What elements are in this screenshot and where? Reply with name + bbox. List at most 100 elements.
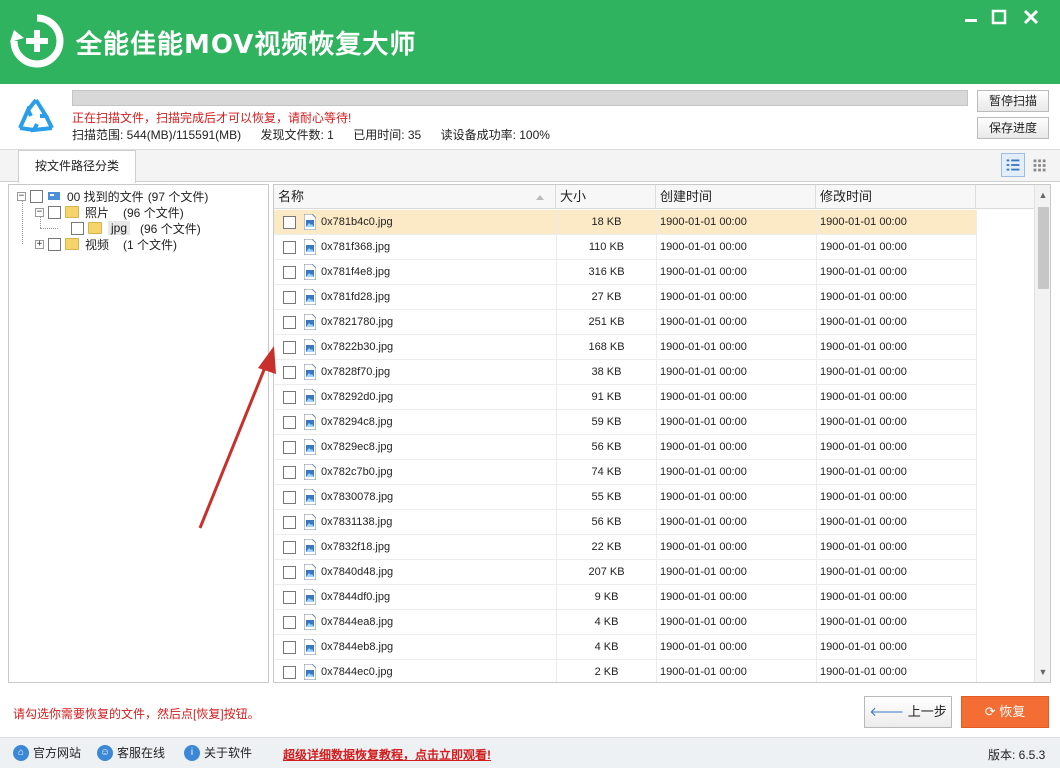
row-filler — [976, 385, 1034, 410]
row-filler — [976, 260, 1034, 285]
table-row[interactable]: 0x7822b30.jpg 168 KB 1900-01-01 00:00 1900-… — [274, 335, 977, 360]
file-list: 名称 大小 创建时间 修改时间 0x781b4c0.jpg 18 KB 1900-0… — [273, 184, 1051, 683]
row-checkbox[interactable] — [283, 516, 296, 529]
row-filler — [976, 560, 1034, 585]
file-name: 0x7832f18.jpg — [321, 541, 391, 553]
table-row[interactable]: 0x7830078.jpg 55 KB 1900-01-01 00:00 1900-0… — [274, 485, 977, 510]
file-name: 0x7822b30.jpg — [321, 341, 394, 353]
tree-checkbox[interactable] — [48, 237, 61, 251]
row-filler — [976, 235, 1034, 260]
official-website-link[interactable]: ⌂ 官方网站 — [13, 744, 81, 761]
tree-node-root[interactable]: − 00 找到的文件 (97 个文件) — [17, 188, 208, 204]
file-mtime: 1900-01-01 00:00 — [816, 560, 976, 585]
file-mtime: 1900-01-01 00:00 — [816, 635, 976, 660]
about-label: 关于软件 — [204, 746, 253, 760]
row-filler — [976, 510, 1034, 535]
recover-button[interactable]: ⟳ 恢复 — [961, 696, 1049, 728]
tree-node-video[interactable]: + 视频 (1 个文件) — [35, 236, 177, 252]
file-name: 0x78294c8.jpg — [321, 416, 393, 428]
scroll-up-icon[interactable]: ▲ — [1038, 190, 1048, 200]
tree-checkbox[interactable] — [30, 189, 43, 203]
scroll-thumb[interactable] — [1038, 207, 1049, 289]
row-checkbox[interactable] — [283, 316, 296, 329]
pause-scan-button[interactable]: 暂停扫描 — [977, 90, 1049, 112]
table-row[interactable]: 0x7829ec8.jpg 56 KB 1900-01-01 00:00 1900-0… — [274, 435, 977, 460]
row-checkbox[interactable] — [283, 241, 296, 254]
file-mtime: 1900-01-01 00:00 — [816, 360, 976, 385]
prev-step-button[interactable]: 🡐 上一步 — [864, 696, 952, 728]
table-row[interactable]: 0x7828f70.jpg 38 KB 1900-01-01 00:00 1900-0… — [274, 360, 977, 385]
image-file-icon — [304, 264, 316, 280]
table-row[interactable]: 0x7831138.jpg 56 KB 1900-01-01 00:00 1900-0… — [274, 510, 977, 535]
folder-tree: − 00 找到的文件 (97 个文件) − 照片 (96 个文件) jpg (9… — [8, 184, 269, 683]
table-row[interactable]: 0x781f4e8.jpg 316 KB 1900-01-01 00:00 1900-… — [274, 260, 977, 285]
table-row[interactable]: 0x7832f18.jpg 22 KB 1900-01-01 00:00 1900-0… — [274, 535, 977, 560]
save-progress-button[interactable]: 保存进度 — [977, 117, 1049, 139]
recover-hint: 请勾选你需要恢复的文件，然后点[恢复]按钮。 — [13, 707, 260, 721]
row-checkbox[interactable] — [283, 491, 296, 504]
online-support-link[interactable]: ☺ 客服在线 — [97, 744, 165, 761]
row-checkbox[interactable] — [283, 591, 296, 604]
row-checkbox[interactable] — [283, 441, 296, 454]
table-row[interactable]: 0x78292d0.jpg 91 KB 1900-01-01 00:00 1900-0… — [274, 385, 977, 410]
tree-checkbox[interactable] — [71, 221, 84, 235]
table-row[interactable]: 0x7840d48.jpg 207 KB 1900-01-01 00:00 1900-… — [274, 560, 977, 585]
list-view-icon[interactable] — [1001, 153, 1025, 177]
scan-stats: 扫描范围: 544(MB)/115591(MB) 发现文件数: 1 已用时间: … — [72, 126, 566, 143]
row-checkbox[interactable] — [283, 366, 296, 379]
file-mtime: 1900-01-01 00:00 — [816, 235, 976, 260]
row-checkbox[interactable] — [283, 416, 296, 429]
column-header-ctime[interactable]: 创建时间 — [656, 185, 816, 209]
maximize-icon[interactable] — [988, 6, 1010, 28]
table-row[interactable]: 0x7844eb8.jpg 4 KB 1900-01-01 00:00 1900-01… — [274, 635, 977, 660]
scan-range: 扫描范围: 544(MB)/115591(MB) — [72, 128, 242, 142]
scroll-down-icon[interactable]: ▼ — [1038, 667, 1048, 677]
table-row[interactable]: 0x7844ea8.jpg 4 KB 1900-01-01 00:00 1900-01… — [274, 610, 977, 635]
file-name: 0x781f368.jpg — [321, 241, 391, 253]
vertical-scrollbar[interactable]: ▲ ▼ — [1034, 185, 1050, 682]
row-checkbox[interactable] — [283, 341, 296, 354]
folder-icon — [88, 222, 102, 234]
row-checkbox[interactable] — [283, 391, 296, 404]
info-icon: i — [184, 744, 200, 761]
minimize-icon[interactable] — [960, 6, 982, 28]
table-row[interactable]: 0x782c7b0.jpg 74 KB 1900-01-01 00:00 1900-0… — [274, 460, 977, 485]
about-link[interactable]: i 关于软件 — [184, 744, 252, 761]
column-header-mtime[interactable]: 修改时间 — [816, 185, 976, 209]
table-row[interactable]: 0x781b4c0.jpg 18 KB 1900-01-01 00:00 1900-0… — [274, 210, 977, 235]
tree-checkbox[interactable] — [48, 205, 61, 219]
image-file-icon — [304, 589, 316, 605]
table-row[interactable]: 0x7844df0.jpg 9 KB 1900-01-01 00:00 1900-01… — [274, 585, 977, 610]
table-row[interactable]: 0x7821780.jpg 251 KB 1900-01-01 00:00 1900-… — [274, 310, 977, 335]
file-size: 316 KB — [556, 260, 656, 285]
table-row[interactable]: 0x781f368.jpg 110 KB 1900-01-01 00:00 1900-… — [274, 235, 977, 260]
row-checkbox[interactable] — [283, 466, 296, 479]
collapse-icon[interactable]: − — [17, 191, 26, 201]
row-checkbox[interactable] — [283, 666, 296, 679]
table-row[interactable]: 0x78294c8.jpg 59 KB 1900-01-01 00:00 1900-0… — [274, 410, 977, 435]
row-checkbox[interactable] — [283, 641, 296, 654]
row-checkbox[interactable] — [283, 291, 296, 304]
tutorial-link[interactable]: 超级详细数据恢复教程，点击立即观看! — [283, 746, 491, 763]
grid-view-icon[interactable] — [1028, 153, 1052, 177]
table-row[interactable]: 0x781fd28.jpg 27 KB 1900-01-01 00:00 1900-0… — [274, 285, 977, 310]
file-name: 0x7829ec8.jpg — [321, 441, 393, 453]
image-file-icon — [304, 489, 316, 505]
collapse-icon[interactable]: − — [35, 207, 44, 217]
row-checkbox[interactable] — [283, 616, 296, 629]
file-mtime: 1900-01-01 00:00 — [816, 435, 976, 460]
tab-by-path[interactable]: 按文件路径分类 — [18, 150, 136, 183]
row-checkbox[interactable] — [283, 216, 296, 229]
column-header-size[interactable]: 大小 — [556, 185, 656, 209]
column-header-name[interactable]: 名称 — [274, 185, 556, 209]
row-checkbox[interactable] — [283, 541, 296, 554]
close-icon[interactable] — [1020, 6, 1042, 28]
tree-node-jpg[interactable]: jpg (96 个文件) — [71, 220, 201, 236]
expand-icon[interactable]: + — [35, 239, 44, 249]
file-size: 91 KB — [556, 385, 656, 410]
tree-node-photos[interactable]: − 照片 (96 个文件) — [35, 204, 184, 220]
row-checkbox[interactable] — [283, 566, 296, 579]
file-size: 56 KB — [556, 510, 656, 535]
row-checkbox[interactable] — [283, 266, 296, 279]
table-row[interactable]: 0x7844ec0.jpg 2 KB 1900-01-01 00:00 1900-01… — [274, 660, 977, 682]
